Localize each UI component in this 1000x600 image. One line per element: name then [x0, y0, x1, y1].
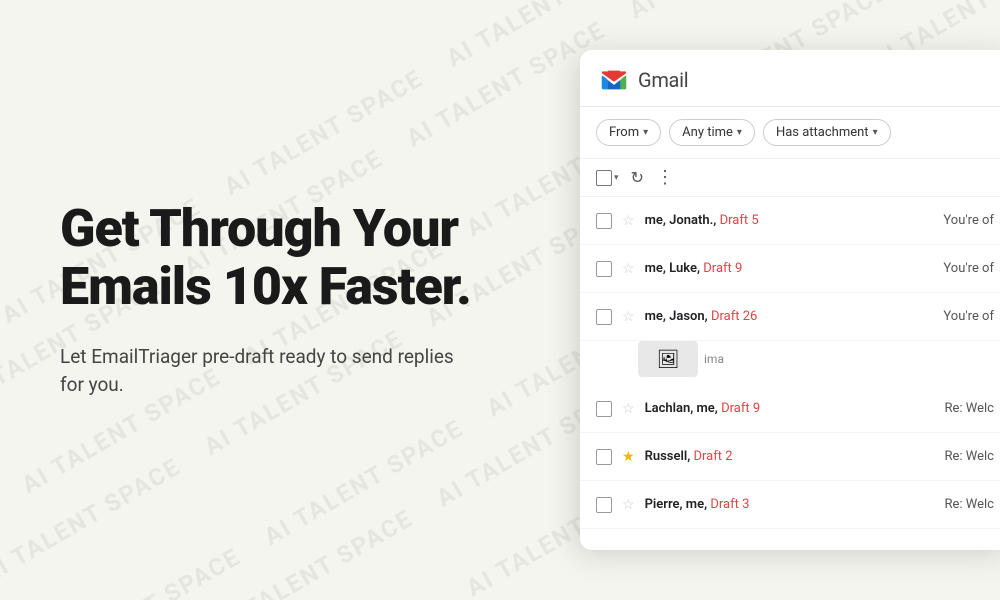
attachment-label: ima [704, 352, 724, 366]
filter-attachment-label: Has attachment [776, 125, 869, 140]
attachment-thumbnail: 🖼 [638, 341, 698, 377]
email-content: Pierre, me, Draft 3 [645, 497, 935, 512]
filter-from-label: From [609, 125, 639, 140]
filter-anytime-chevron: ▾ [737, 127, 742, 138]
email-sender: Lachlan, me, Draft 9 [645, 401, 935, 416]
email-attachment-row: 🖼 ima [580, 341, 1000, 385]
email-content: me, Luke, Draft 9 [645, 261, 934, 276]
table-row[interactable]: ☆ me, Jason, Draft 26 You're of [580, 293, 1000, 341]
table-row[interactable]: ☆ Lachlan, me, Draft 9 Re: Welc [580, 385, 1000, 433]
email-sender: Russell, Draft 2 [645, 449, 935, 464]
table-row[interactable]: ★ Russell, Draft 2 Re: Welc [580, 433, 1000, 481]
email-preview: You're of [943, 309, 994, 324]
email-preview: Re: Welc [945, 497, 994, 512]
email-checkbox[interactable] [596, 497, 612, 513]
table-row[interactable]: ☆ me, Luke, Draft 9 You're of [580, 245, 1000, 293]
filter-row: From ▾ Any time ▾ Has attachment ▾ [580, 107, 1000, 159]
email-preview: Re: Welc [945, 401, 994, 416]
hero-title: Get Through Your Emails 10x Faster. [60, 200, 520, 314]
select-all-checkbox[interactable] [596, 170, 612, 186]
select-all-chevron: ▾ [614, 173, 619, 183]
email-preview: You're of [943, 261, 994, 276]
email-content: Lachlan, me, Draft 9 [645, 401, 935, 416]
star-icon[interactable]: ★ [622, 449, 635, 465]
filter-from[interactable]: From ▾ [596, 119, 661, 146]
star-icon[interactable]: ☆ [622, 213, 635, 229]
email-content: me, Jonath., Draft 5 [645, 213, 934, 228]
email-sender: me, Jason, Draft 26 [645, 309, 934, 324]
filter-attachment[interactable]: Has attachment ▾ [763, 119, 891, 146]
gmail-app-title: Gmail [638, 68, 688, 92]
table-row[interactable]: ☆ Pierre, me, Draft 3 Re: Welc [580, 481, 1000, 529]
email-content: Russell, Draft 2 [645, 449, 935, 464]
hero-subtitle: Let EmailTriager pre-draft ready to send… [60, 343, 460, 400]
left-panel: Get Through Your Emails 10x Faster. Let … [0, 0, 580, 600]
email-content: me, Jason, Draft 26 [645, 309, 934, 324]
email-sender: me, Jonath., Draft 5 [645, 213, 934, 228]
filter-from-chevron: ▾ [643, 127, 648, 138]
gmail-header: Gmail [580, 50, 1000, 107]
email-checkbox[interactable] [596, 261, 612, 277]
right-panel: Gmail From ▾ Any time ▾ Has attachment ▾ [580, 0, 1000, 600]
gmail-window: Gmail From ▾ Any time ▾ Has attachment ▾ [580, 50, 1000, 550]
toolbar-row: ▾ ↻ ⋮ [580, 159, 1000, 197]
email-sender: Pierre, me, Draft 3 [645, 497, 935, 512]
email-checkbox[interactable] [596, 401, 612, 417]
email-preview: You're of [943, 213, 994, 228]
more-options-icon[interactable]: ⋮ [656, 167, 675, 188]
select-all-dropdown[interactable]: ▾ [596, 170, 619, 186]
star-icon[interactable]: ☆ [622, 309, 635, 325]
refresh-icon[interactable]: ↻ [631, 168, 644, 187]
email-sender: me, Luke, Draft 9 [645, 261, 934, 276]
table-row[interactable]: ☆ me, Jonath., Draft 5 You're of [580, 197, 1000, 245]
image-icon: 🖼 [657, 349, 680, 370]
email-checkbox[interactable] [596, 213, 612, 229]
page-layout: Get Through Your Emails 10x Faster. Let … [0, 0, 1000, 600]
filter-anytime[interactable]: Any time ▾ [669, 119, 755, 146]
star-icon[interactable]: ☆ [622, 261, 635, 277]
star-icon[interactable]: ☆ [622, 401, 635, 417]
email-checkbox[interactable] [596, 309, 612, 325]
email-preview: Re: Welc [945, 449, 994, 464]
star-icon[interactable]: ☆ [622, 497, 635, 513]
gmail-logo [600, 66, 628, 94]
gmail-m-icon [600, 66, 628, 94]
filter-anytime-label: Any time [682, 125, 733, 140]
filter-attachment-chevron: ▾ [873, 127, 878, 138]
email-list: ☆ me, Jonath., Draft 5 You're of ☆ me, L… [580, 197, 1000, 529]
email-checkbox[interactable] [596, 449, 612, 465]
